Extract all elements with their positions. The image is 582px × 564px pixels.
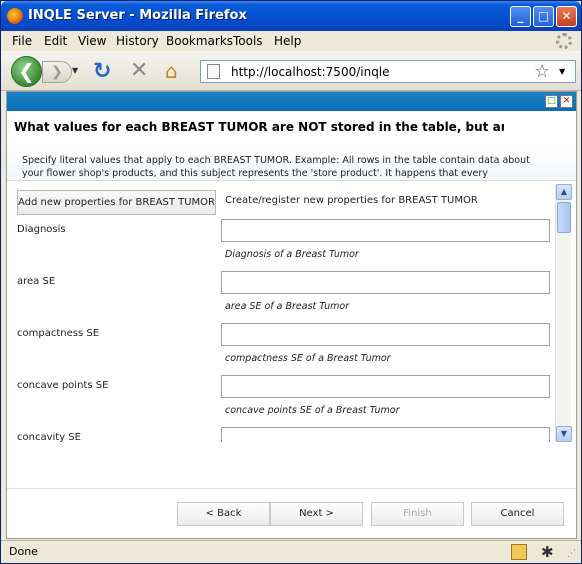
- bug-icon[interactable]: ✱: [541, 543, 554, 561]
- vertical-scrollbar[interactable]: ▲ ▼: [555, 184, 572, 442]
- navigation-toolbar: ❮ ❯ ▼ ↻ ✕ ⌂ http://localhost:7500/inqle …: [1, 51, 581, 91]
- loading-throbber-icon: [556, 33, 572, 49]
- instructions-text: Specify literal values that apply to eac…: [22, 155, 530, 179]
- wizard-question: What values for each BREAST TUMOR are NO…: [14, 120, 504, 134]
- property-description: area SE of a Breast Tumor: [225, 301, 350, 312]
- add-properties-description: Create/register new properties for BREAS…: [225, 195, 478, 206]
- stop-icon[interactable]: ✕: [130, 58, 148, 83]
- property-label: concavity SE: [17, 432, 81, 442]
- status-text: Done: [9, 545, 38, 558]
- menu-history[interactable]: History: [116, 34, 159, 48]
- add-properties-button[interactable]: Add new properties for BREAST TUMOR: [17, 190, 216, 215]
- property-input[interactable]: [221, 271, 550, 294]
- firefox-logo-icon: [7, 8, 23, 24]
- bookmark-star-icon[interactable]: ☆: [534, 61, 550, 82]
- footer-divider: [7, 488, 576, 489]
- reload-icon[interactable]: ↻: [93, 59, 111, 84]
- menu-edit[interactable]: Edit: [44, 34, 67, 48]
- property-label: compactness SE: [17, 328, 100, 339]
- menu-view[interactable]: View: [78, 34, 106, 48]
- maximize-button[interactable]: □: [533, 6, 554, 27]
- history-dropdown-icon[interactable]: ▼: [72, 66, 78, 75]
- close-window-button[interactable]: ✕: [556, 6, 577, 27]
- property-description: concave points SE of a Breast Tumor: [225, 405, 400, 416]
- menu-file[interactable]: File: [12, 34, 32, 48]
- page-icon: [207, 64, 220, 79]
- minimize-button[interactable]: _: [510, 6, 531, 27]
- menu-help[interactable]: Help: [274, 34, 301, 48]
- resize-grip-icon[interactable]: ⋰: [567, 549, 576, 559]
- url-bar[interactable]: http://localhost:7500/inqle ☆ ▼: [200, 60, 576, 83]
- notes-icon[interactable]: [511, 544, 527, 560]
- browser-window: INQLE Server - Mozilla Firefox _ □ ✕ Fil…: [0, 0, 582, 564]
- status-bar: Done ✱ ⋰: [1, 540, 581, 563]
- menu-bookmarks[interactable]: Bookmarks: [166, 34, 233, 48]
- wizard-close-button[interactable]: ✕: [560, 95, 573, 108]
- scrollbar-thumb[interactable]: [557, 202, 571, 233]
- divider: [7, 180, 576, 181]
- instructions-panel: Specify literal values that apply to eac…: [7, 144, 576, 180]
- wizard-maximize-button[interactable]: □: [545, 95, 558, 108]
- page-content: □ ✕ What values for each BREAST TUMOR ar…: [6, 91, 577, 539]
- property-input[interactable]: [221, 323, 550, 346]
- property-label: concave points SE: [17, 380, 109, 391]
- url-dropdown-icon[interactable]: ▼: [559, 67, 565, 76]
- property-input[interactable]: [221, 219, 550, 242]
- window-title: INQLE Server - Mozilla Firefox: [28, 8, 247, 23]
- next-step-button[interactable]: Next >: [270, 502, 363, 526]
- scroll-up-icon[interactable]: ▲: [556, 184, 572, 200]
- back-button[interactable]: ❮: [11, 56, 42, 87]
- menu-tools[interactable]: Tools: [233, 34, 263, 48]
- property-description: Diagnosis of a Breast Tumor: [225, 249, 359, 260]
- property-label: area SE: [17, 276, 56, 287]
- home-icon[interactable]: ⌂: [165, 59, 178, 83]
- cancel-button[interactable]: Cancel: [471, 502, 564, 526]
- property-label: Diagnosis: [17, 224, 66, 235]
- menu-bar: File Edit View History Bookmarks Tools H…: [1, 31, 581, 51]
- url-text[interactable]: http://localhost:7500/inqle: [231, 65, 390, 79]
- wizard-header-bar: □ ✕: [7, 92, 576, 111]
- property-description: compactness SE of a Breast Tumor: [225, 353, 391, 364]
- scroll-down-icon[interactable]: ▼: [556, 426, 572, 442]
- finish-button[interactable]: Finish: [371, 502, 464, 526]
- back-step-button[interactable]: < Back: [177, 502, 270, 526]
- forward-button[interactable]: ❯: [42, 61, 72, 83]
- property-input[interactable]: [221, 375, 550, 398]
- property-input[interactable]: [221, 427, 550, 442]
- title-bar[interactable]: INQLE Server - Mozilla Firefox _ □ ✕: [1, 1, 581, 31]
- properties-scroll-area[interactable]: Add new properties for BREAST TUMOR Crea…: [7, 184, 576, 442]
